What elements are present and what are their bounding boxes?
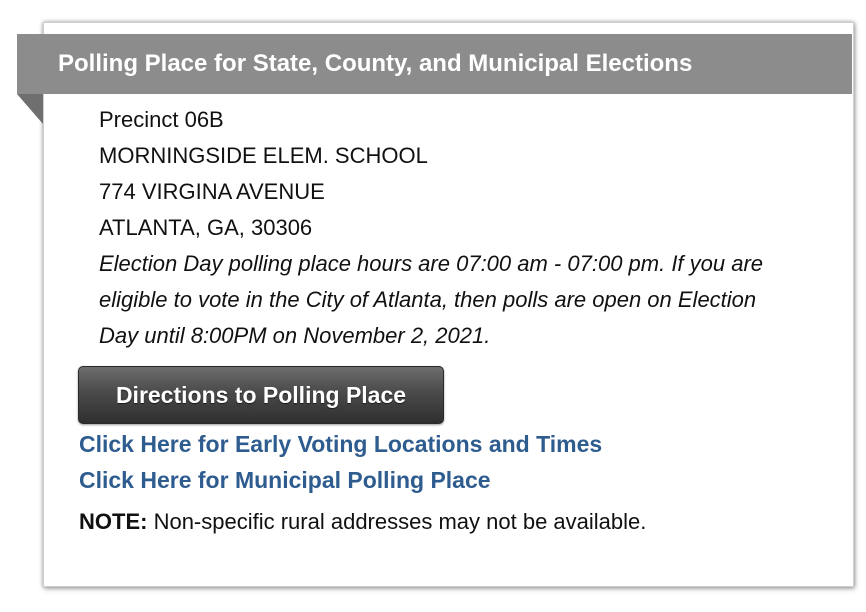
note-label: NOTE: <box>79 509 148 534</box>
precinct-label: Precinct 06B <box>99 107 224 132</box>
city-state-zip: ATLANTA, GA, 30306 <box>99 215 313 240</box>
note-body: Non-specific rural addresses may not be … <box>147 509 647 534</box>
early-voting-link[interactable]: Click Here for Early Voting Locations an… <box>79 431 602 458</box>
note-text: NOTE: Non-specific rural addresses may n… <box>79 509 646 535</box>
ribbon-fold <box>17 94 43 124</box>
polling-place-page: Polling Place for State, County, and Mun… <box>0 0 866 612</box>
header-ribbon: Polling Place for State, County, and Mun… <box>17 34 852 94</box>
location-name: MORNINGSIDE ELEM. SCHOOL <box>99 143 428 168</box>
polling-address: Precinct 06B MORNINGSIDE ELEM. SCHOOL 77… <box>99 102 819 354</box>
street-address: 774 VIRGINA AVENUE <box>99 179 325 204</box>
page-title: Polling Place for State, County, and Mun… <box>58 50 693 77</box>
directions-button[interactable]: Directions to Polling Place <box>78 366 444 424</box>
hours-note: Election Day polling place hours are 07:… <box>99 251 764 348</box>
municipal-polling-link[interactable]: Click Here for Municipal Polling Place <box>79 467 491 494</box>
